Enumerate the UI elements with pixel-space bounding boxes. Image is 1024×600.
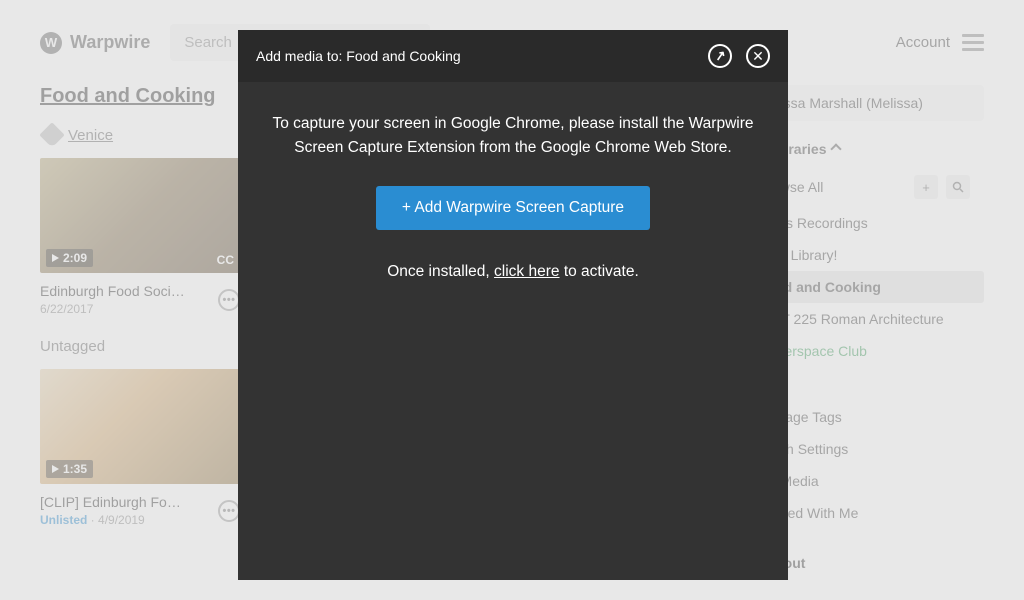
modal-header: Add media to: Food and Cooking ↗ ✕ bbox=[238, 30, 788, 82]
add-media-modal: Add media to: Food and Cooking ↗ ✕ To ca… bbox=[238, 30, 788, 580]
arrow-icon: ↗ bbox=[713, 47, 727, 65]
close-icon: ✕ bbox=[752, 48, 764, 65]
modal-instruction: To capture your screen in Google Chrome,… bbox=[258, 112, 768, 160]
activate-link[interactable]: click here bbox=[494, 263, 559, 280]
add-extension-button[interactable]: + Add Warpwire Screen Capture bbox=[376, 186, 650, 230]
close-button[interactable]: ✕ bbox=[746, 44, 770, 68]
activate-prefix: Once installed, bbox=[387, 263, 494, 280]
modal-title: Add media to: Food and Cooking bbox=[256, 48, 708, 64]
activate-suffix: to activate. bbox=[560, 263, 639, 280]
activate-line: Once installed, click here to activate. bbox=[258, 260, 768, 284]
open-external-button[interactable]: ↗ bbox=[708, 44, 732, 68]
